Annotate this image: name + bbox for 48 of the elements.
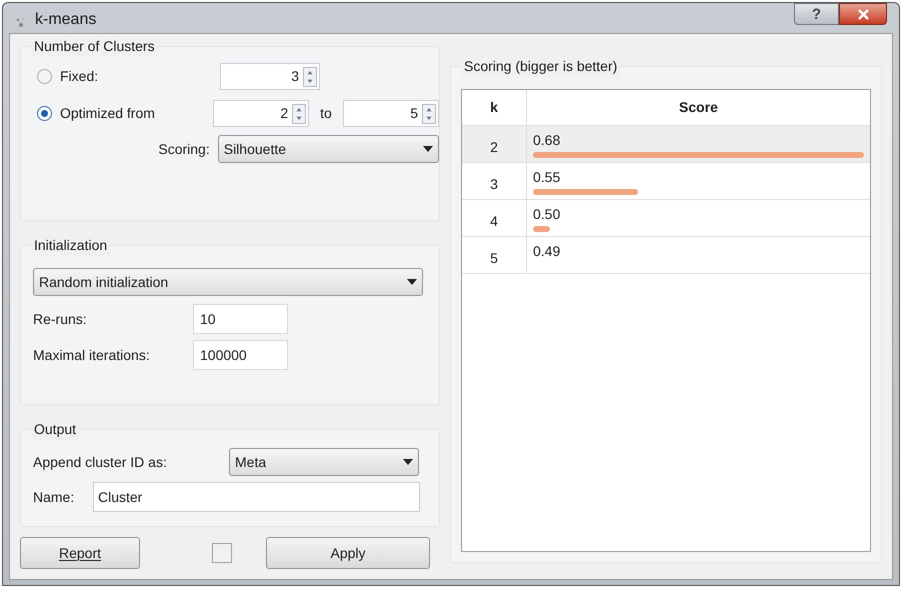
initialization-dropdown[interactable]: Random initialization [33,268,423,296]
apply-button[interactable]: Apply [266,537,430,569]
table-cell-text: 0.68 [533,131,560,150]
dropdown-arrow-icon [423,146,433,152]
to-label: to [320,104,332,123]
table-row[interactable]: 2 0.68 [462,126,870,163]
stepper-icon[interactable] [303,66,317,86]
iterations-field[interactable]: 100000 [193,340,288,370]
radio-button[interactable] [37,106,52,121]
name-label: Name: [33,488,76,506]
radio-label: Fixed: [60,67,98,86]
scoring-dropdown[interactable]: Silhouette [218,135,439,163]
from-spinbox[interactable]: 2 [212,100,310,127]
scoring-label: Scoring: [157,140,211,159]
table-cell-text: 0.55 [533,168,560,187]
name-field[interactable]: Cluster [93,482,420,512]
score-bar [533,226,550,232]
dropdown-arrow-icon [403,459,413,465]
window-title: k-means [35,10,96,30]
close-icon [856,6,870,22]
auto-apply-checkbox[interactable] [212,543,232,563]
table-cell: 2 [462,126,527,162]
table-cell-text: 0.49 [533,242,560,261]
close-button[interactable] [839,3,887,25]
append-dropdown[interactable]: Meta [229,448,419,476]
iterations-label: Maximal iterations: [33,346,151,364]
reruns-field[interactable]: 10 [193,304,288,334]
radio-label: Optimized from [60,104,155,123]
table-cell: 5 [462,237,527,273]
table-cell: 3 [462,163,527,199]
table-row[interactable]: 4 0.50 [462,200,870,237]
report-button[interactable]: Report [20,537,140,569]
table-cell: 4 [462,200,527,236]
stepper-icon[interactable] [292,104,306,124]
app-icon [15,16,27,28]
help-button[interactable]: ? [794,3,839,25]
radio-button[interactable] [37,69,52,84]
stepper-icon[interactable] [422,104,436,124]
table-row[interactable]: 5 0.49 [462,237,870,274]
table-cell-text: 0.50 [533,205,560,224]
dropdown-arrow-icon [407,279,417,285]
column-header: Score [678,98,719,117]
reruns-label: Re-runs: [33,310,88,328]
fixed-spinbox[interactable]: 3 [220,63,320,90]
append-label: Append cluster ID as: [33,452,168,472]
to-spinbox[interactable]: 5 [342,100,439,127]
table-row[interactable]: 3 0.55 [462,163,870,200]
column-header: k [462,90,527,125]
